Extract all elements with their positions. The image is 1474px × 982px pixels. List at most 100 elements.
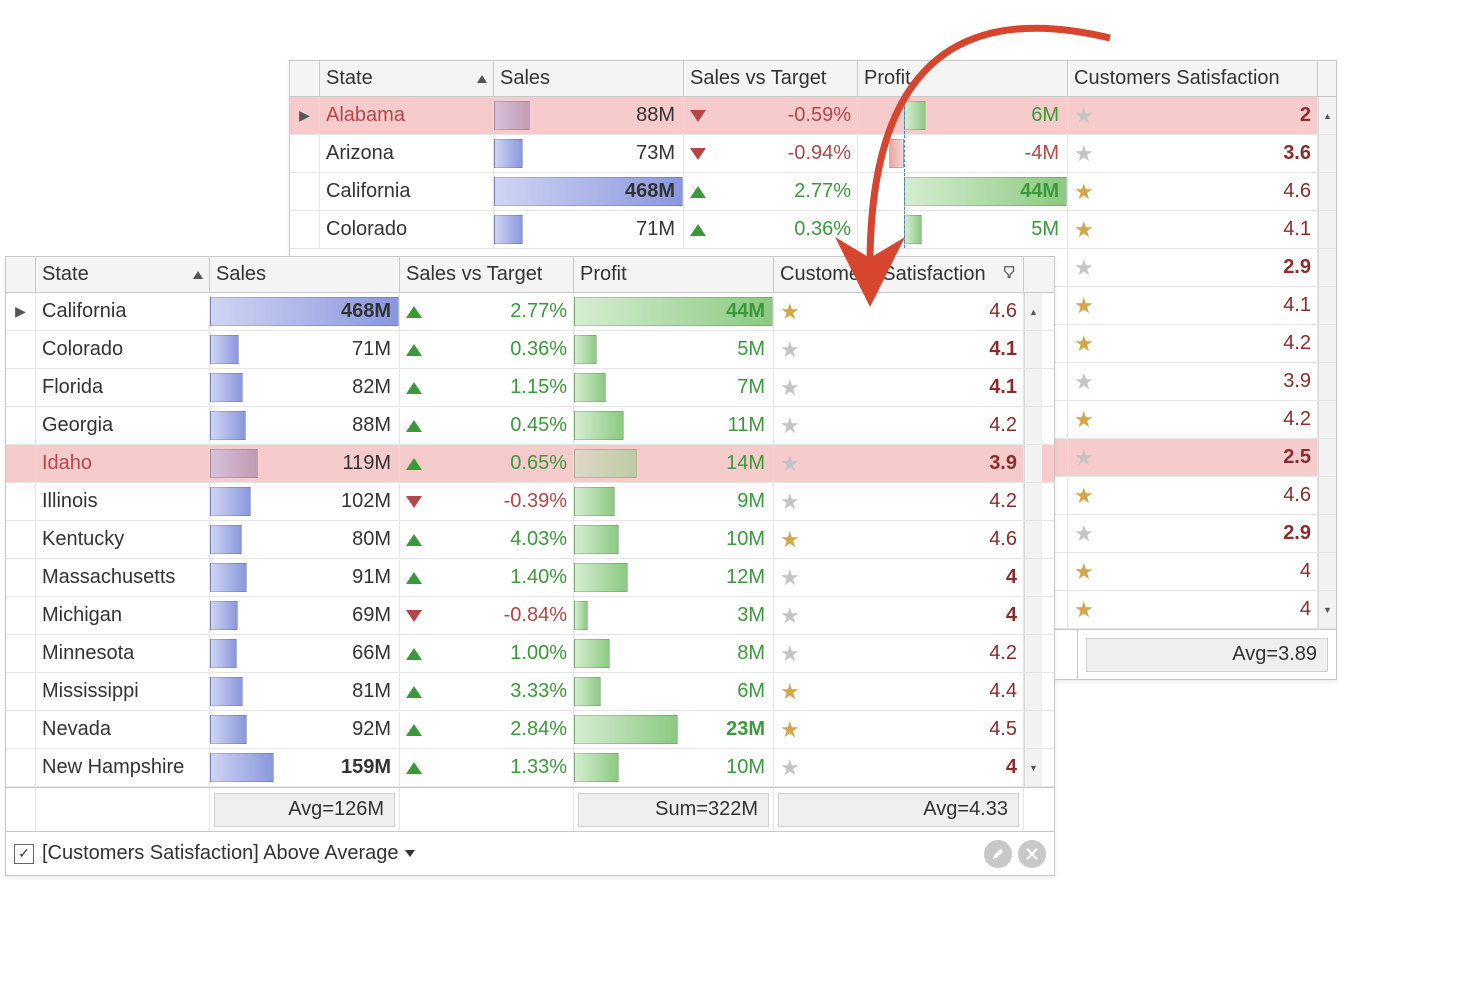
header-state[interactable]: State xyxy=(36,257,210,292)
csat-cell: ★4 xyxy=(774,559,1024,596)
state-cell: Florida xyxy=(42,376,103,399)
filter-dropdown[interactable]: [Customers Satisfaction] Above Average xyxy=(42,842,415,865)
table-row[interactable]: Massachusetts 91M 1.40% 12M ★4 xyxy=(6,559,1054,597)
table-row[interactable]: Idaho 119M 0.65% 14M ★3.9 xyxy=(6,445,1054,483)
profit-cell: 5M xyxy=(574,331,774,368)
table-row[interactable]: Kentucky 80M 4.03% 10M ★4.6 xyxy=(6,521,1054,559)
sort-asc-icon xyxy=(477,75,487,83)
summary-csat: Avg=4.33 xyxy=(778,793,1019,827)
header-sales[interactable]: Sales xyxy=(494,61,684,96)
state-cell: Georgia xyxy=(42,414,113,437)
table-row[interactable]: Mississippi 81M 3.33% 6M ★4.4 xyxy=(6,673,1054,711)
filter-checkbox[interactable]: ✓ xyxy=(14,844,34,864)
header-csat[interactable]: Customers Satisfaction xyxy=(774,257,1024,292)
header-row: State Sales Sales vs Target Profit Custo… xyxy=(6,257,1054,293)
triangle-down-icon xyxy=(690,110,706,122)
table-row[interactable]: Arizona 73M -0.94% -4M ★3.6 xyxy=(290,135,1336,173)
svt-cell: 2.77% xyxy=(400,293,574,330)
star-icon: ★ xyxy=(780,491,800,513)
triangle-up-icon xyxy=(406,572,422,584)
table-row[interactable]: Florida 82M 1.15% 7M ★4.1 xyxy=(6,369,1054,407)
csat-cell: ★4.1 xyxy=(1068,211,1318,248)
sales-cell: 468M xyxy=(494,173,684,210)
triangle-up-icon xyxy=(690,224,706,236)
csat-cell: ★2.9 xyxy=(1068,515,1318,552)
header-profit[interactable]: Profit xyxy=(574,257,774,292)
sales-cell: 82M xyxy=(210,369,400,406)
row-indicator[interactable] xyxy=(6,445,36,482)
table-row[interactable]: Minnesota 66M 1.00% 8M ★4.2 xyxy=(6,635,1054,673)
scroll-down-icon[interactable]: ▼ xyxy=(1323,605,1332,615)
row-indicator[interactable] xyxy=(6,749,36,786)
row-indicator[interactable] xyxy=(6,369,36,406)
row-indicator[interactable] xyxy=(6,521,36,558)
triangle-up-icon xyxy=(690,186,706,198)
table-row[interactable]: Colorado 71M 0.36% 5M ★4.1 xyxy=(6,331,1054,369)
scroll-down-icon[interactable]: ▼ xyxy=(1029,763,1038,773)
scroll-up-icon[interactable]: ▲ xyxy=(1323,111,1332,121)
csat-cell: ★3.9 xyxy=(774,445,1024,482)
table-row[interactable]: Michigan 69M -0.84% 3M ★4 xyxy=(6,597,1054,635)
row-indicator[interactable] xyxy=(290,211,320,248)
row-indicator[interactable]: ▶ xyxy=(290,97,320,134)
row-indicator[interactable] xyxy=(6,635,36,672)
state-cell: California xyxy=(326,180,410,203)
csat-cell: ★4.6 xyxy=(774,521,1024,558)
row-indicator[interactable] xyxy=(6,407,36,444)
header-svt[interactable]: Sales vs Target xyxy=(400,257,574,292)
header-csat[interactable]: Customers Satisfaction xyxy=(1068,61,1318,96)
header-indicator[interactable] xyxy=(290,61,320,96)
profit-cell: 6M xyxy=(858,97,1068,134)
clear-filter-button[interactable] xyxy=(1018,840,1046,868)
csat-cell: ★4.1 xyxy=(774,369,1024,406)
profit-cell: 44M xyxy=(858,173,1068,210)
table-row[interactable]: ▶ Alabama 88M -0.59% 6M ★2 ▲ xyxy=(290,97,1336,135)
row-indicator[interactable]: ▶ xyxy=(6,293,36,330)
star-icon: ★ xyxy=(1074,219,1094,241)
csat-cell: ★4 xyxy=(774,597,1024,634)
state-cell: Alabama xyxy=(326,104,405,127)
table-row[interactable]: California 468M 2.77% 44M ★4.6 xyxy=(290,173,1336,211)
header-indicator[interactable] xyxy=(6,257,36,292)
csat-cell: ★4 xyxy=(774,749,1024,786)
star-icon: ★ xyxy=(780,719,800,741)
scroll-up-icon[interactable]: ▲ xyxy=(1029,307,1038,317)
header-profit[interactable]: Profit xyxy=(858,61,1068,96)
row-indicator[interactable] xyxy=(6,331,36,368)
profit-cell: 7M xyxy=(574,369,774,406)
star-icon: ★ xyxy=(1074,105,1094,127)
row-indicator[interactable] xyxy=(6,673,36,710)
table-row[interactable]: ▶ California 468M 2.77% 44M ★4.6 ▲ xyxy=(6,293,1054,331)
table-row[interactable]: Illinois 102M -0.39% 9M ★4.2 xyxy=(6,483,1054,521)
header-state[interactable]: State xyxy=(320,61,494,96)
csat-cell: ★2.5 xyxy=(1068,439,1318,476)
table-row[interactable]: Georgia 88M 0.45% 11M ★4.2 xyxy=(6,407,1054,445)
sales-cell: 69M xyxy=(210,597,400,634)
svt-cell: -0.39% xyxy=(400,483,574,520)
csat-cell: ★4.6 xyxy=(1068,477,1318,514)
svt-cell: 1.33% xyxy=(400,749,574,786)
grid-body: ▶ Alabama 88M -0.59% 6M ★2 ▲ Arizona 73M xyxy=(290,97,1336,249)
csat-cell: ★4.1 xyxy=(1068,287,1318,324)
row-indicator[interactable] xyxy=(6,483,36,520)
row-indicator[interactable] xyxy=(6,597,36,634)
csat-cell: ★4 xyxy=(1068,591,1318,628)
edit-filter-button[interactable] xyxy=(984,840,1012,868)
grid-filtered[interactable]: State Sales Sales vs Target Profit Custo… xyxy=(5,256,1055,876)
table-row[interactable]: Colorado 71M 0.36% 5M ★4.1 xyxy=(290,211,1336,249)
table-row[interactable]: Nevada 92M 2.84% 23M ★4.5 xyxy=(6,711,1054,749)
svt-cell: 4.03% xyxy=(400,521,574,558)
table-row[interactable]: New Hampshire 159M 1.33% 10M ★4 ▼ xyxy=(6,749,1054,787)
row-indicator[interactable] xyxy=(6,711,36,748)
star-icon: ★ xyxy=(780,377,800,399)
star-icon: ★ xyxy=(780,643,800,665)
state-cell: Michigan xyxy=(42,604,122,627)
row-indicator[interactable] xyxy=(290,135,320,172)
triangle-up-icon xyxy=(406,534,422,546)
row-indicator[interactable] xyxy=(6,559,36,596)
star-icon: ★ xyxy=(780,681,800,703)
header-svt[interactable]: Sales vs Target xyxy=(684,61,858,96)
star-icon: ★ xyxy=(1074,485,1094,507)
row-indicator[interactable] xyxy=(290,173,320,210)
header-sales[interactable]: Sales xyxy=(210,257,400,292)
